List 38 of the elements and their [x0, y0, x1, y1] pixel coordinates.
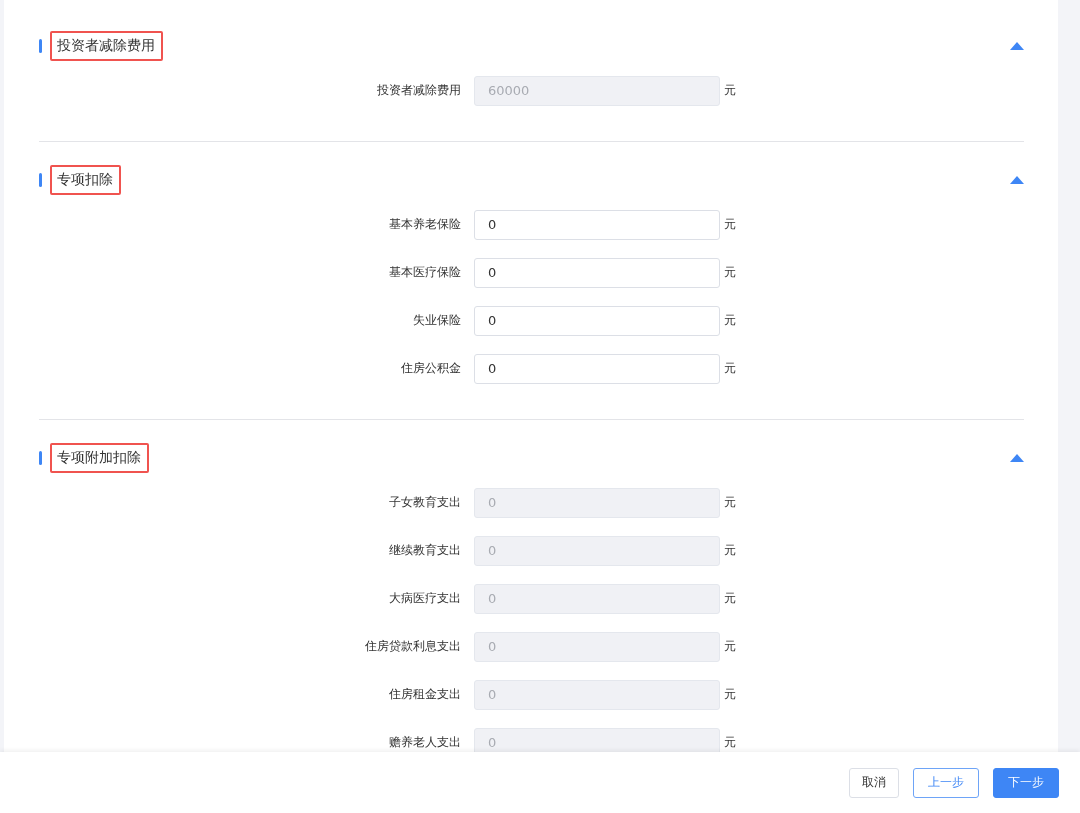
unit-label: 元 — [724, 638, 736, 655]
section-title: 投资者减除费用 — [50, 31, 163, 61]
input-field[interactable]: 0 — [474, 209, 720, 240]
field-label: 继续教育支出 — [388, 542, 462, 559]
input-field[interactable]: 0 — [474, 305, 720, 336]
section-marker — [39, 451, 42, 465]
unit-label: 元 — [724, 82, 736, 99]
section-marker — [39, 173, 42, 187]
field-label: 大病医疗支出 — [388, 590, 462, 607]
next-button[interactable]: 下一步 — [993, 767, 1059, 798]
input-field[interactable]: 0 — [474, 353, 720, 384]
unit-label: 元 — [724, 312, 736, 329]
unit-label: 元 — [724, 494, 736, 511]
unit-label: 元 — [724, 734, 736, 751]
section-marker — [39, 39, 42, 53]
collapse-icon[interactable] — [1010, 42, 1024, 50]
field-label: 住房租金支出 — [388, 686, 462, 703]
field-label: 基本医疗保险 — [388, 264, 462, 281]
unit-label: 元 — [724, 216, 736, 233]
field-label: 子女教育支出 — [388, 494, 462, 511]
input-field[interactable]: 0 — [474, 257, 720, 288]
collapse-icon[interactable] — [1010, 176, 1024, 184]
previous-button[interactable]: 上一步 — [913, 767, 979, 798]
field-label: 失业保险 — [412, 312, 462, 329]
section-title: 专项附加扣除 — [50, 443, 149, 473]
unit-label: 元 — [724, 360, 736, 377]
unit-label: 元 — [724, 590, 736, 607]
field-label: 基本养老保险 — [388, 216, 462, 233]
unit-label: 元 — [724, 686, 736, 703]
field-label: 赡养老人支出 — [388, 734, 462, 751]
cancel-button[interactable]: 取消 — [849, 767, 899, 798]
unit-label: 元 — [724, 542, 736, 559]
section-title: 专项扣除 — [50, 165, 121, 195]
field-label: 住房贷款利息支出 — [364, 638, 462, 655]
field-label: 投资者减除费用 — [376, 82, 462, 99]
collapse-icon[interactable] — [1010, 454, 1024, 462]
unit-label: 元 — [724, 264, 736, 281]
field-label: 住房公积金 — [400, 360, 462, 377]
